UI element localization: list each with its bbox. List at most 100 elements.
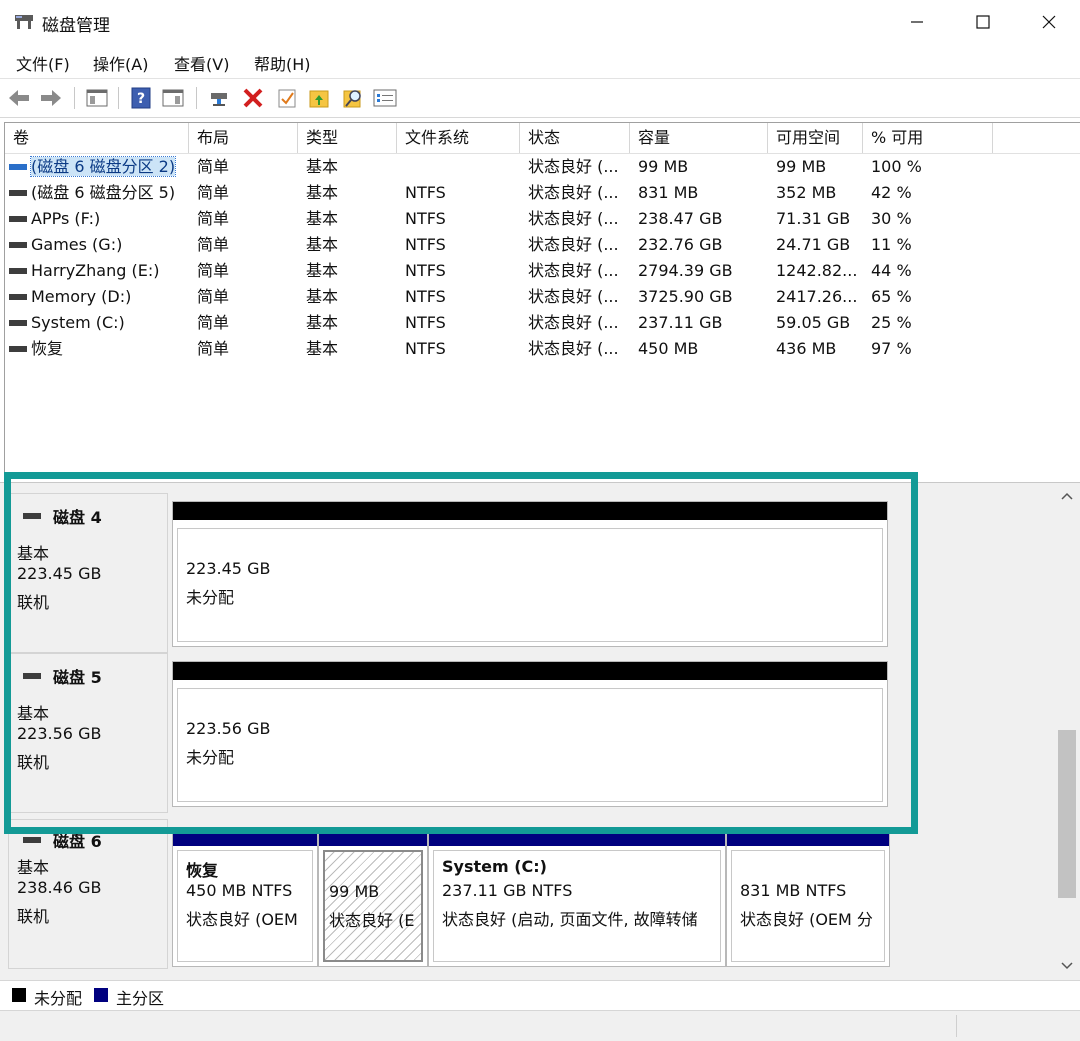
close-button[interactable]: [1016, 0, 1080, 44]
delete-button[interactable]: [240, 85, 266, 111]
cell-fs: NTFS: [405, 183, 446, 202]
volume-name: APPs (F:): [31, 209, 101, 228]
volume-name: System (C:): [31, 313, 125, 332]
table-row[interactable]: HarryZhang (E:) 简单 基本 NTFS 状态良好 (... 2794.39 …: [5, 258, 1080, 284]
window-title: 磁盘管理: [42, 16, 110, 36]
menu-help[interactable]: 帮助(H): [254, 51, 311, 75]
forward-button[interactable]: [38, 85, 64, 111]
disk-5-partition-unallocated[interactable]: 223.56 GB 未分配: [172, 661, 888, 807]
primary-partition-bar: [727, 828, 889, 846]
menu-view[interactable]: 查看(V): [174, 51, 229, 75]
cell-fs: NTFS: [405, 235, 446, 254]
disk-4-name: 磁盘 4: [23, 504, 102, 528]
cell-fs: NTFS: [405, 287, 446, 306]
minimize-icon: [911, 21, 923, 23]
cell-capacity: 3725.90 GB: [638, 287, 733, 306]
cell-capacity: 831 MB: [638, 183, 699, 202]
cell-layout: 简单: [197, 313, 230, 332]
table-row[interactable]: 恢复 简单 基本 NTFS 状态良好 (... 450 MB 436 MB 97 %: [5, 336, 1080, 362]
disk-6-partition-recovery[interactable]: 恢复 450 MB NTFS 状态良好 (OEM: [172, 827, 318, 967]
cell-layout: 简单: [197, 157, 230, 176]
disk-6-label[interactable]: 磁盘 6 基本 238.46 GB 联机: [8, 819, 168, 969]
column-header-volume[interactable]: 卷: [5, 123, 189, 153]
scroll-down-button[interactable]: [1058, 956, 1076, 976]
disk-icon: [23, 673, 41, 679]
partition-status: 状态良好 (启动, 页面文件, 故障转储: [442, 910, 698, 929]
menu-bar: 文件(F) 操作(A) 查看(V) 帮助(H): [0, 44, 1080, 78]
volume-icon: [9, 163, 27, 170]
volume-icon: [9, 345, 27, 352]
cell-status: 状态良好 (...: [528, 157, 619, 176]
cell-capacity: 232.76 GB: [638, 235, 723, 254]
cell-status: 状态良好 (...: [528, 261, 619, 280]
action-pane-button[interactable]: [160, 85, 186, 111]
close-icon: [1042, 15, 1056, 29]
partition-status: 状态良好 (OEM: [186, 910, 298, 929]
maximize-icon: [976, 15, 990, 29]
disk-6-partition-efi[interactable]: 99 MB 状态良好 (E: [318, 827, 428, 967]
search-folder-button[interactable]: [340, 85, 366, 111]
cell-free: 59.05 GB: [776, 313, 851, 332]
disk-6-partition-system[interactable]: System (C:) 237.11 GB NTFS 状态良好 (启动, 页面文…: [428, 827, 726, 967]
table-row[interactable]: Games (G:) 简单 基本 NTFS 状态良好 (... 232.76 GB 24.7…: [5, 232, 1080, 258]
table-row[interactable]: Memory (D:) 简单 基本 NTFS 状态良好 (... 3725.90 GB 24…: [5, 284, 1080, 310]
column-header-type[interactable]: 类型: [298, 123, 397, 153]
maximize-button[interactable]: [950, 0, 1016, 44]
disk-4-partition-unallocated[interactable]: 223.45 GB 未分配: [172, 501, 888, 647]
primary-partition-bar: [173, 828, 317, 846]
partition-size: 237.11 GB NTFS: [442, 881, 573, 900]
properties-button[interactable]: [372, 85, 398, 111]
help-button[interactable]: ?: [128, 85, 154, 111]
legend-swatch-unallocated: [12, 988, 26, 1002]
column-header-layout[interactable]: 布局: [189, 123, 298, 153]
cell-volume: APPs (F:): [5, 206, 189, 232]
cell-layout: 简单: [197, 287, 230, 306]
disk-6-size: 238.46 GB: [17, 878, 102, 897]
cell-pct: 11 %: [871, 235, 912, 254]
table-row[interactable]: APPs (F:) 简单 基本 NTFS 状态良好 (... 238.47 GB 71.31…: [5, 206, 1080, 232]
connect-disk-button[interactable]: [206, 85, 232, 111]
scroll-thumb[interactable]: [1058, 730, 1076, 898]
disk-5-size: 223.56 GB: [17, 724, 102, 743]
column-header-percent-free[interactable]: % 可用: [863, 123, 993, 153]
disk-5-state: 联机: [17, 753, 50, 772]
check-icon: [278, 89, 296, 108]
cell-fs: NTFS: [405, 209, 446, 228]
table-row[interactable]: (磁盘 6 磁盘分区 5) 简单 基本 NTFS 状态良好 (... 831 MB 352 …: [5, 180, 1080, 206]
cell-free: 24.71 GB: [776, 235, 851, 254]
volume-name: Memory (D:): [31, 287, 132, 306]
folder-up-button[interactable]: [306, 85, 332, 111]
column-header-capacity[interactable]: 容量: [630, 123, 768, 153]
partition-size: 450 MB NTFS: [186, 881, 293, 900]
cell-volume: System (C:): [5, 310, 189, 336]
primary-partition-bar: [319, 828, 427, 846]
menu-file[interactable]: 文件(F): [16, 51, 70, 75]
disk-icon: [23, 513, 41, 519]
minimize-button[interactable]: [884, 0, 950, 44]
disk-6-partition-oem[interactable]: 831 MB NTFS 状态良好 (OEM 分: [726, 827, 890, 967]
back-button[interactable]: [6, 85, 32, 111]
console-tree-button[interactable]: [84, 85, 110, 111]
cell-capacity: 2794.39 GB: [638, 261, 733, 280]
cell-type: 基本: [306, 157, 339, 176]
column-header-filesystem[interactable]: 文件系统: [397, 123, 520, 153]
column-header-status[interactable]: 状态: [520, 123, 630, 153]
disk-4-label[interactable]: 磁盘 4 基本 223.45 GB 联机: [8, 493, 168, 653]
legend: 未分配 主分区: [0, 980, 1080, 1011]
table-row[interactable]: (磁盘 6 磁盘分区 2) 简单 基本 状态良好 (... 99 MB 99 MB 100 …: [5, 154, 1080, 180]
volume-name: Games (G:): [31, 235, 123, 254]
partition-title: 恢复: [186, 861, 219, 880]
disk-5-label[interactable]: 磁盘 5 基本 223.56 GB 联机: [8, 653, 168, 813]
cell-type: 基本: [306, 261, 339, 280]
table-row[interactable]: System (C:) 简单 基本 NTFS 状态良好 (... 237.11 GB 59.…: [5, 310, 1080, 336]
cell-volume: (磁盘 6 磁盘分区 5): [5, 180, 189, 206]
cell-pct: 25 %: [871, 313, 912, 332]
list-header: 卷 布局 类型 文件系统 状态 容量 可用空间 % 可用: [5, 123, 1080, 154]
cell-status: 状态良好 (...: [528, 339, 619, 358]
menu-action[interactable]: 操作(A): [93, 51, 148, 75]
column-header-free-space[interactable]: 可用空间: [768, 123, 863, 153]
volume-icon: [9, 215, 27, 222]
scroll-up-button[interactable]: [1058, 486, 1076, 506]
check-button[interactable]: [274, 85, 300, 111]
action-pane-icon: [162, 89, 184, 107]
